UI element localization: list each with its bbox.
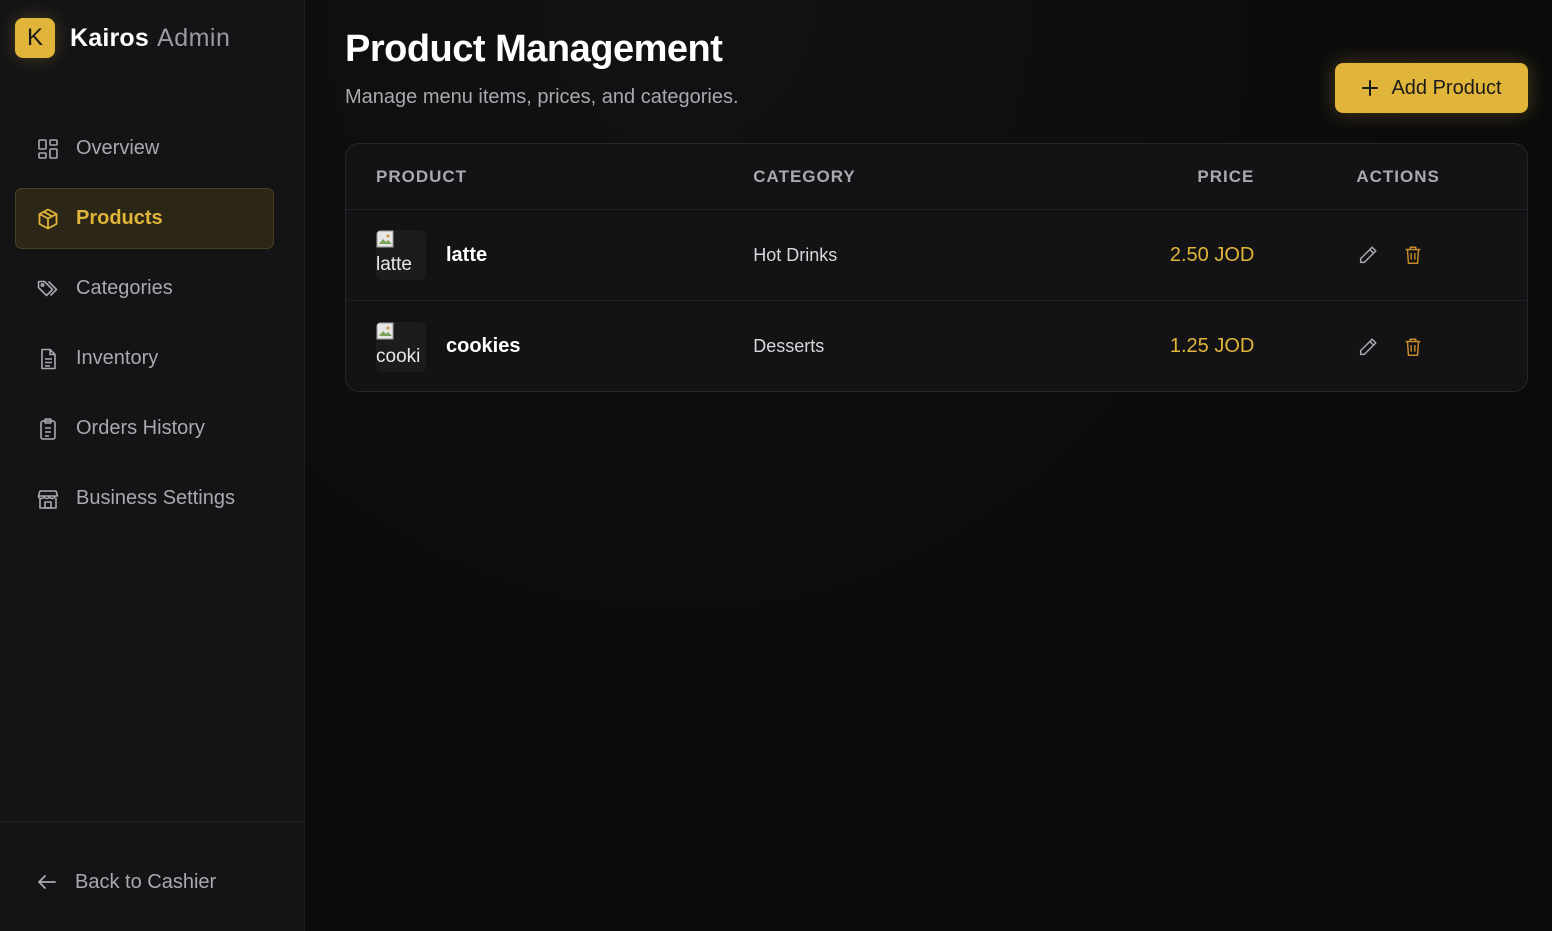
edit-icon[interactable] <box>1356 335 1380 359</box>
row-actions <box>1254 243 1527 267</box>
product-name: cookies <box>446 335 521 357</box>
edit-icon[interactable] <box>1356 243 1380 267</box>
sidebar-item-label: Inventory <box>76 347 159 369</box>
product-cell: latte latte <box>346 230 753 280</box>
add-product-button[interactable]: Add Product <box>1335 63 1528 113</box>
image-alt-text: latte <box>376 254 412 275</box>
sidebar-nav: Overview Products Categories Inventory O… <box>15 118 274 538</box>
box-icon <box>36 207 60 231</box>
tag-icon <box>36 277 60 301</box>
arrow-left-icon <box>35 870 59 894</box>
document-icon <box>36 347 60 371</box>
clipboard-icon <box>36 417 60 441</box>
page-subtitle: Manage menu items, prices, and categorie… <box>345 86 739 108</box>
product-cell: cooki cookies <box>346 321 753 372</box>
sidebar-item-products[interactable]: Products <box>15 188 274 249</box>
product-image: cooki <box>376 321 426 372</box>
page-title: Product Management <box>345 28 723 70</box>
back-to-cashier-link[interactable]: Back to Cashier <box>35 870 216 894</box>
table-row: cooki cookies Desserts 1.25 JOD <box>346 301 1527 391</box>
table-header: PRODUCT CATEGORY PRICE ACTIONS <box>346 144 1527 210</box>
sidebar-item-overview[interactable]: Overview <box>15 118 274 179</box>
sidebar-footer: Back to Cashier <box>0 821 304 931</box>
row-actions <box>1254 335 1527 359</box>
product-price: 1.25 JOD <box>1169 335 1255 357</box>
product-name: latte <box>446 243 488 266</box>
trash-icon[interactable] <box>1401 243 1425 267</box>
add-product-label: Add Product <box>1391 76 1502 99</box>
brand-logo: K <box>15 18 55 58</box>
sidebar-item-inventory[interactable]: Inventory <box>15 328 274 389</box>
column-header-product: PRODUCT <box>376 166 468 186</box>
grid-icon <box>36 137 60 161</box>
brand[interactable]: K Kairos Admin <box>15 18 230 58</box>
sidebar-item-label: Products <box>76 207 163 229</box>
sidebar-item-business-settings[interactable]: Business Settings <box>15 468 274 529</box>
brand-name: Kairos <box>70 23 150 52</box>
product-category: Desserts <box>753 336 825 356</box>
broken-image-icon <box>376 322 394 339</box>
column-header-price: PRICE <box>1197 166 1255 186</box>
products-table: PRODUCT CATEGORY PRICE ACTIONS latte lat… <box>345 143 1528 392</box>
image-alt-text: cooki <box>376 345 421 367</box>
column-header-category: CATEGORY <box>753 166 856 186</box>
broken-image-icon <box>376 230 394 248</box>
store-icon <box>36 487 60 511</box>
product-category: Hot Drinks <box>753 244 838 265</box>
column-header-actions: ACTIONS <box>1356 166 1440 186</box>
plus-icon <box>1361 75 1379 101</box>
brand-suffix: Admin <box>157 23 231 52</box>
main-content: Product Management Manage menu items, pr… <box>305 0 1552 931</box>
trash-icon[interactable] <box>1401 335 1425 359</box>
product-price: 2.50 JOD <box>1169 243 1255 266</box>
table-row: latte latte Hot Drinks 2.50 JOD <box>346 210 1527 301</box>
sidebar-item-label: Overview <box>76 137 160 159</box>
sidebar: K Kairos Admin Overview Products Categor… <box>0 0 305 931</box>
sidebar-item-orders-history[interactable]: Orders History <box>15 398 274 459</box>
sidebar-item-categories[interactable]: Categories <box>15 258 274 319</box>
sidebar-item-label: Categories <box>76 277 173 299</box>
sidebar-item-label: Orders History <box>76 417 205 439</box>
product-image: latte <box>376 230 426 280</box>
back-to-cashier-label: Back to Cashier <box>75 870 217 893</box>
sidebar-item-label: Business Settings <box>76 487 235 509</box>
